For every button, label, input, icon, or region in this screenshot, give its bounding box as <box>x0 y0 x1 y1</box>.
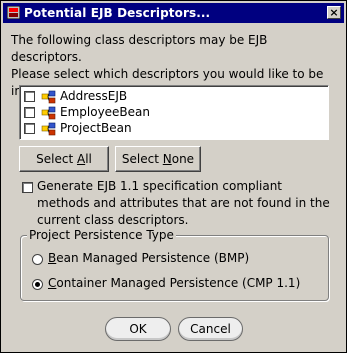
app-icon <box>7 6 20 19</box>
bmp-radio-label[interactable]: Bean Managed Persistence (BMP) <box>48 251 249 265</box>
checkbox-projectbean[interactable] <box>24 123 35 134</box>
generate-methods-label: Generate EJB 1.1 specification compliant… <box>37 179 330 227</box>
generate-methods-checkbox[interactable] <box>22 182 33 193</box>
checkbox-employeebean[interactable] <box>24 107 35 118</box>
close-icon: × <box>329 6 339 19</box>
ejb-descriptors-dialog: Potential EJB Descriptors... × The follo… <box>0 0 347 353</box>
dialog-footer: OK Cancel <box>1 310 346 352</box>
descriptor-label: EmployeeBean <box>60 105 151 119</box>
bean-icon <box>41 106 56 120</box>
persistence-type-group <box>20 235 329 301</box>
bean-icon <box>41 90 56 104</box>
descriptor-list[interactable]: AddressEJB EmployeeBean ProjectBean <box>19 85 329 140</box>
title-bar[interactable]: Potential EJB Descriptors... × <box>3 3 344 23</box>
cmp-radio-label[interactable]: Container Managed Persistence (CMP 1.1) <box>48 276 300 290</box>
cancel-button[interactable]: Cancel <box>178 317 243 341</box>
ok-button[interactable]: OK <box>105 317 171 341</box>
list-item-projectbean[interactable]: ProjectBean <box>24 121 324 137</box>
list-item-addressejb[interactable]: AddressEJB <box>24 89 324 105</box>
checkbox-addressejb[interactable] <box>24 91 35 102</box>
select-none-button[interactable]: Select None <box>115 146 201 172</box>
bmp-radio[interactable] <box>32 254 43 265</box>
select-all-button[interactable]: Select All <box>19 146 109 172</box>
close-button[interactable]: × <box>327 6 341 19</box>
radio-selected-dot <box>35 282 40 287</box>
descriptor-label: AddressEJB <box>60 89 128 103</box>
persistence-type-title: Project Persistence Type <box>27 228 176 242</box>
descriptor-label: ProjectBean <box>60 121 132 135</box>
bean-icon <box>41 122 56 136</box>
list-item-employeebean[interactable]: EmployeeBean <box>24 105 324 121</box>
window-title: Potential EJB Descriptors... <box>24 6 211 20</box>
cmp-radio[interactable] <box>32 279 43 290</box>
